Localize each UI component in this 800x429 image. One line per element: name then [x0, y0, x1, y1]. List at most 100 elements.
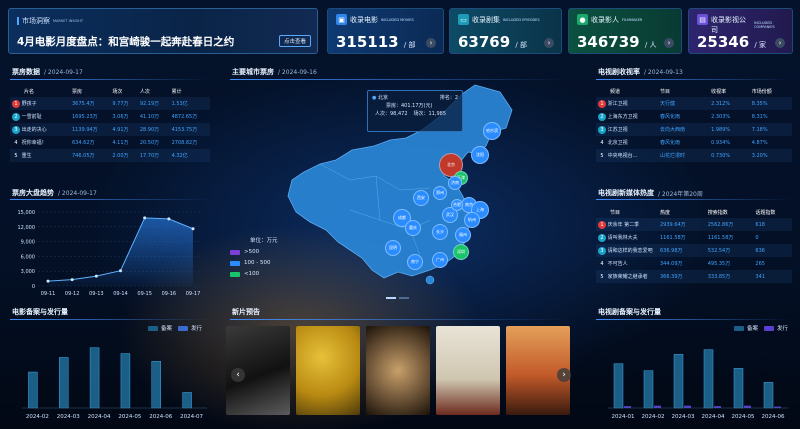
y-tick-label: 12,000 — [18, 225, 36, 231]
city-marker[interactable]: 福州 — [455, 227, 471, 243]
table-row[interactable]: 4 祝你幸福！ 634.62万 4.11万 20.50万 2708.82万 — [10, 136, 210, 149]
y-tick-label: 6,000 — [21, 254, 35, 260]
bar[interactable] — [89, 347, 100, 409]
city-marker[interactable]: 南宁 — [407, 254, 423, 270]
stat-filmmakers[interactable]: ● 收录影人 FILMMAKER 346739 / 人 › — [568, 8, 682, 54]
bar[interactable] — [643, 370, 654, 409]
trend-point[interactable] — [191, 227, 195, 231]
bar[interactable] — [673, 354, 684, 409]
table-row[interactable]: 5 家族荣耀之继承者 366.39万 333.85万 341 — [596, 270, 792, 283]
x-tick-label: 2024-07 — [180, 414, 203, 420]
bar[interactable] — [182, 392, 192, 409]
city-marker[interactable]: 沈阳 — [471, 146, 489, 164]
table-row[interactable]: 4 不可告人 344.09万 495.35万 265 — [596, 257, 792, 270]
bar[interactable] — [654, 405, 661, 408]
city-label: 成都 — [398, 215, 406, 220]
trend-point[interactable] — [119, 269, 122, 273]
table-header: 频道 节目 收视率 市场份额 — [610, 88, 772, 95]
x-tick-label: 2024-06 — [149, 414, 172, 420]
chevron-right-icon[interactable]: › — [426, 38, 436, 48]
city-label: 杭州 — [468, 217, 476, 222]
city-label: 广州 — [436, 257, 444, 262]
table-row[interactable]: 3 江苏卫视 去向大西南 1.989% 7.18% — [596, 123, 792, 136]
poster-4[interactable] — [436, 326, 500, 415]
table-row[interactable]: 1 浙江卫视 天行健 2.312% 8.35% — [596, 97, 792, 110]
poster-3[interactable] — [366, 326, 430, 415]
stat-episodes-value: 63769 — [458, 33, 511, 51]
bar[interactable] — [733, 368, 744, 409]
table-row[interactable]: 3 出走的决心 1139.94万 4.91万 28.90万 4153.75万 — [10, 123, 210, 136]
bar[interactable] — [613, 363, 624, 409]
city-label: 长沙 — [436, 229, 444, 234]
city-marker[interactable]: 杭州 — [464, 212, 480, 228]
trend-point[interactable] — [70, 278, 74, 282]
map-pager[interactable] — [386, 297, 409, 299]
stat-movies-value: 315113 — [336, 33, 399, 51]
chevron-left-icon[interactable]: ‹ — [231, 368, 245, 382]
trend-chart: 0 3,000 6,000 9,000 12,000 15,000 09-11 09-12 09… — [18, 210, 203, 297]
film-filing-chart: 2024-02 2024-03 2024-04 2024-05 2024-06 2024-… — [22, 347, 207, 420]
city-marker[interactable]: 广州 — [432, 252, 448, 268]
stat-movies[interactable]: ▣ 收录电影 INCLUDED MOVIES 315113 / 部 › — [327, 8, 444, 54]
person-icon: ● — [577, 14, 588, 25]
city-marker[interactable]: 重庆 — [405, 220, 421, 236]
bar[interactable] — [151, 361, 161, 409]
table-row[interactable]: 1 野孩子 3675.4万 9.77万 92.19万 1.53亿 — [10, 97, 210, 110]
trend-point[interactable] — [94, 274, 98, 278]
city-label: 武汉 — [446, 212, 454, 217]
chevron-right-icon[interactable]: › — [544, 38, 554, 48]
trend-point[interactable] — [167, 217, 171, 221]
table-row[interactable]: 2 请叫我林大夫 1161.58万 1161.58万 0 — [596, 231, 792, 244]
table-row[interactable]: 1 庆余年 第二季 2939.64万 2562.86万 618 — [596, 218, 792, 231]
banner-view-button[interactable]: 点击查看 — [278, 35, 311, 47]
map-tooltip: ● 北京 排名：2 票房：401.17万(元) 人次：98,472 场次：11,9… — [367, 90, 463, 132]
bar[interactable] — [763, 382, 774, 409]
table-row[interactable]: 3 请和这样的我恋爱吧 636.98万 532.54万 636 — [596, 244, 792, 257]
city-label: 上海 — [476, 207, 484, 212]
table-row[interactable]: 2 上海东方卫视 春风化雨 2.303% 8.31% — [596, 110, 792, 123]
bar[interactable] — [744, 405, 751, 408]
chevron-right-icon[interactable]: › — [775, 38, 785, 48]
bar[interactable] — [28, 371, 38, 409]
x-tick-label: 2024-06 — [762, 414, 785, 420]
tvratings-table: 频道 节目 收视率 市场份额 1 浙江卫视 天行健 2.312% 8.35% 2 上海东… — [596, 85, 792, 162]
banner-tag: 市场洞察 MARKET INSIGHT — [17, 16, 83, 26]
stat-companies[interactable]: ▤ 收录影视公司 INCLUDED COMPANIES 25346 / 家 › — [688, 8, 793, 54]
chevron-right-icon[interactable]: › — [664, 38, 674, 48]
city-label: 福州 — [459, 232, 467, 237]
city-marker[interactable]: 济南 — [448, 176, 462, 190]
city-marker[interactable]: 哈尔滨 — [483, 122, 501, 140]
bar[interactable] — [59, 357, 69, 409]
city-label: 沈阳 — [476, 152, 484, 157]
y-tick-label: 3,000 — [21, 269, 35, 275]
poster-2[interactable] — [296, 326, 360, 415]
table-row[interactable]: 2 一雪前耻 1695.23万 3.06万 41.10万 4872.65万 — [10, 110, 210, 123]
bar[interactable] — [703, 349, 714, 409]
city-marker[interactable]: 昆明 — [385, 240, 401, 256]
bar[interactable] — [120, 353, 131, 409]
x-tick-label: 2024-02 — [26, 414, 49, 420]
trend-point[interactable] — [143, 216, 147, 220]
table-row[interactable]: 5 重生 746.05万 2.00万 17.70万 4.32亿 — [10, 149, 210, 162]
table-row[interactable]: 4 北京卫视 春风化雨 0.934% 4.87% — [596, 136, 792, 149]
city-marker[interactable]: 长沙 — [432, 224, 448, 240]
filmfiling-title: 电影备案与发行量 — [12, 308, 68, 316]
trend-point[interactable] — [46, 279, 50, 283]
stat-episodes[interactable]: ▭ 收录剧集 INCLUDED EPISODES 63769 / 部 › — [449, 8, 562, 54]
city-marker[interactable]: 西安 — [413, 190, 429, 206]
city-label: 昆明 — [389, 245, 397, 250]
city-marker[interactable]: 郑州 — [433, 186, 447, 200]
bar[interactable] — [624, 406, 631, 408]
city-marker[interactable]: 深圳 — [453, 244, 469, 260]
boxoffice-title: 票房数据/ 2024-09-17 — [12, 68, 83, 76]
bar[interactable] — [684, 405, 691, 408]
banner[interactable]: 市场洞察 MARKET INSIGHT 4月电影月度盘点：和宫崎骏一起奔赴春日之… — [8, 8, 318, 54]
table-header: 节目 热度 搜索指数 话题指数 — [610, 209, 776, 216]
table-row[interactable]: 5 中央电视台... 山花烂漫时 0.730% 3.20% — [596, 149, 792, 162]
chevron-right-icon[interactable]: › — [557, 368, 571, 382]
upcoming-title: 新片预告 — [232, 308, 260, 316]
x-tick-label: 09-13 — [89, 291, 104, 297]
bar[interactable] — [714, 406, 721, 408]
city-marker[interactable]: 合肥 — [451, 199, 463, 211]
y-tick-label: 15,000 — [18, 210, 36, 216]
